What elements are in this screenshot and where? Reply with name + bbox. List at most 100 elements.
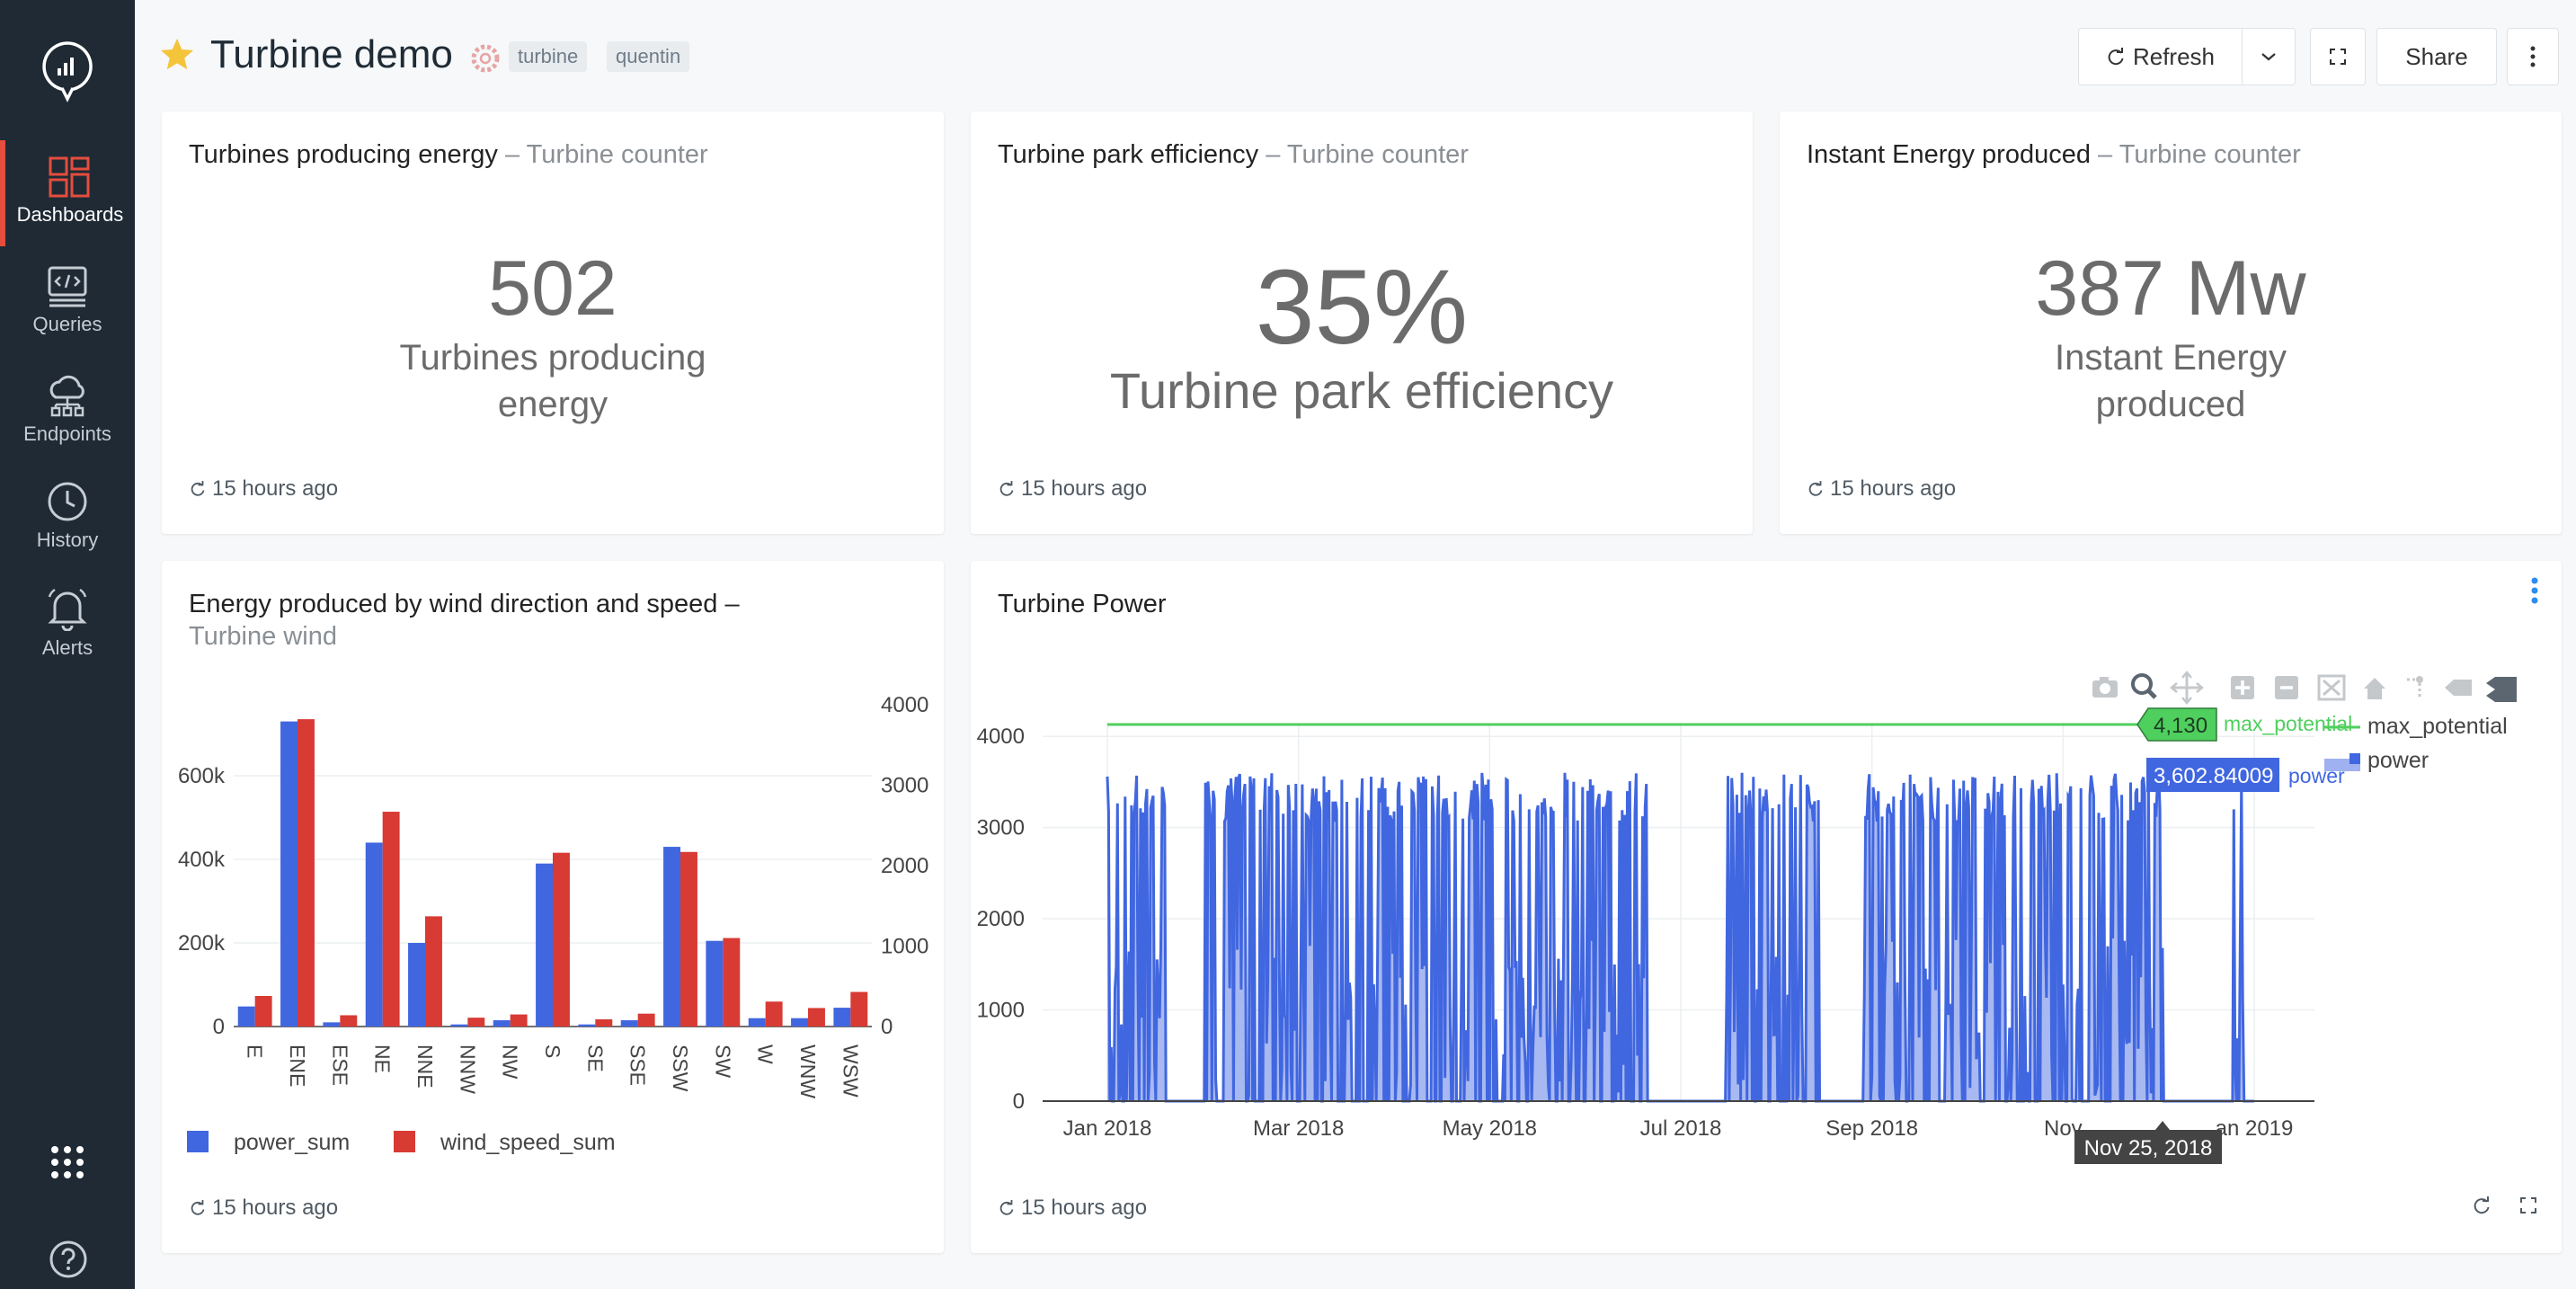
x-tick-label: ENE [286,1045,309,1087]
bar-power-sum [578,1024,596,1027]
updated-text: 15 hours ago [1021,476,1148,501]
legend-label-max-potential: max_potential [2367,714,2508,739]
kebab-menu-icon [2530,46,2536,67]
bar-wind-speed-sum [808,1008,825,1027]
spike-lines-icon[interactable] [2407,676,2423,699]
counter-value: 502 [488,245,617,332]
updated-text: 15 hours ago [212,476,339,501]
hover-series-max-potential: max_potential [2224,712,2352,735]
bar-power-sum [748,1018,766,1027]
widget-query-name[interactable]: Turbine counter [2119,140,2301,169]
x-tick-label: SSE [626,1045,650,1086]
updated-timestamp[interactable]: 15 hours ago [1807,476,1956,502]
counter-label: Turbines producing energy [162,334,944,428]
y-tick-label-left: 200k [178,931,226,956]
help-icon[interactable] [49,1240,87,1278]
widget-park-efficiency: Turbine park efficiency – Turbine counte… [971,111,1753,534]
sidebar-item-alerts[interactable]: Alerts [0,579,135,685]
refresh-icon [2108,48,2124,66]
cloud-network-icon [49,375,84,417]
widget-query-name[interactable]: Turbine counter [1287,140,1469,169]
bar-wind-speed-sum [340,1015,358,1027]
bar-power-sum [493,1020,511,1027]
zoom-icon[interactable] [2131,673,2157,699]
widget-refresh-icon[interactable] [2472,1196,2492,1215]
code-icon [48,266,87,307]
zoom-in-icon[interactable] [2231,676,2254,699]
x-tick-label: NNE [413,1045,437,1089]
refresh-label: Refresh [2132,42,2216,70]
counter-label: Instant Energy produced [1780,334,2562,428]
hover-x-pointer [2155,1121,2170,1130]
home-icon[interactable] [2364,678,2385,699]
favorite-star-icon[interactable] [158,36,196,74]
sidebar-item-dashboards[interactable]: Dashboards [0,140,135,246]
x-tick-label: NE [371,1045,395,1073]
x-tick-label: SSW [669,1045,692,1092]
hover-closest-icon[interactable] [2445,680,2472,696]
bar-chart[interactable]: 0 200k 400k 600k 0 1000 2000 3000 4000 E ENE ESE NE N… [162,561,944,1208]
apps-icon[interactable] [49,1144,85,1180]
counter-value: 387 Mw [2035,245,2306,332]
legend-marker-power [2349,753,2360,764]
x-tick-label: May 2018 [1443,1116,1537,1141]
sidebar-item-label: History [36,529,99,551]
zoom-out-icon[interactable] [2275,676,2298,699]
sidebar-item-endpoints[interactable]: Endpoints [0,363,135,469]
camera-icon[interactable] [2092,677,2118,698]
logo-icon[interactable] [40,40,94,104]
bar-wind-speed-sum [595,1018,613,1027]
bar-power-sum [833,1008,851,1027]
widget-title-separator: – [1266,140,1287,169]
y-tick-label: 0 [1013,1089,1025,1114]
widget-title-text: Turbine park efficiency [998,140,1259,169]
y-tick-label-right: 4000 [881,693,928,717]
widget-energy-by-wind: Energy produced by wind direction and sp… [162,561,944,1253]
widget-fullscreen-icon[interactable] [2520,1197,2536,1213]
bar-power-sum [706,940,724,1027]
legend-swatch-power-sum [187,1131,209,1152]
x-tick-label: WNW [796,1045,820,1098]
y-tick-label-left: 0 [213,1015,225,1039]
sidebar-item-queries[interactable]: Queries [0,257,135,363]
widget-query-name[interactable]: Turbine counter [527,140,708,169]
y-tick-label: 1000 [977,999,1025,1023]
chart-modebar [2085,667,2571,707]
line-chart[interactable]: 0 1000 2000 3000 4000 Jan 2018 Mar 2018 May 201… [971,561,2562,1190]
x-tick-label: WSW [839,1045,862,1098]
bar-power-sum [663,847,680,1027]
refresh-options-button[interactable] [2242,28,2296,85]
x-tick-label: Mar 2018 [1253,1116,1344,1141]
x-tick-label: an 2019 [2216,1116,2294,1141]
updated-timestamp[interactable]: 15 hours ago [998,1196,1147,1221]
updated-timestamp[interactable]: 15 hours ago [189,476,338,502]
x-tick-label: ESE [328,1045,351,1086]
fullscreen-button[interactable] [2310,28,2366,85]
more-options-button[interactable] [2507,28,2559,85]
updated-text: 15 hours ago [1021,1196,1148,1220]
refresh-button[interactable]: Refresh [2078,28,2242,85]
hover-compare-icon[interactable] [2486,677,2517,702]
autoscale-icon[interactable] [2317,674,2346,701]
sidebar-item-label: Dashboards [16,203,124,226]
share-button[interactable]: Share [2376,28,2497,85]
sidebar-item-history[interactable]: History [0,471,135,577]
refresh-icon [999,481,1014,496]
counter-label-line: Turbines producing [399,338,706,378]
y-tick-label: 2000 [977,907,1025,931]
updated-text: 15 hours ago [212,1196,339,1220]
bar-wind-speed-sum [553,852,570,1027]
x-tick-label: SE [583,1045,607,1072]
pan-icon[interactable] [2170,671,2204,705]
updated-timestamp[interactable]: 15 hours ago [189,1196,338,1221]
y-tick-label-right: 1000 [881,935,928,959]
updated-timestamp[interactable]: 15 hours ago [998,476,1147,502]
sidebar-item-label: Endpoints [23,422,111,445]
counter-label-line: energy [497,385,608,424]
legend-label-wind-speed-sum: wind_speed_sum [440,1130,616,1155]
bar-wind-speed-sum [382,812,400,1027]
x-tick-label: S [541,1045,564,1058]
sidebar-item-label: Queries [32,313,102,335]
bar-wind-speed-sum [254,995,272,1027]
hover-value-power: 3,602.84009 [2154,764,2273,788]
